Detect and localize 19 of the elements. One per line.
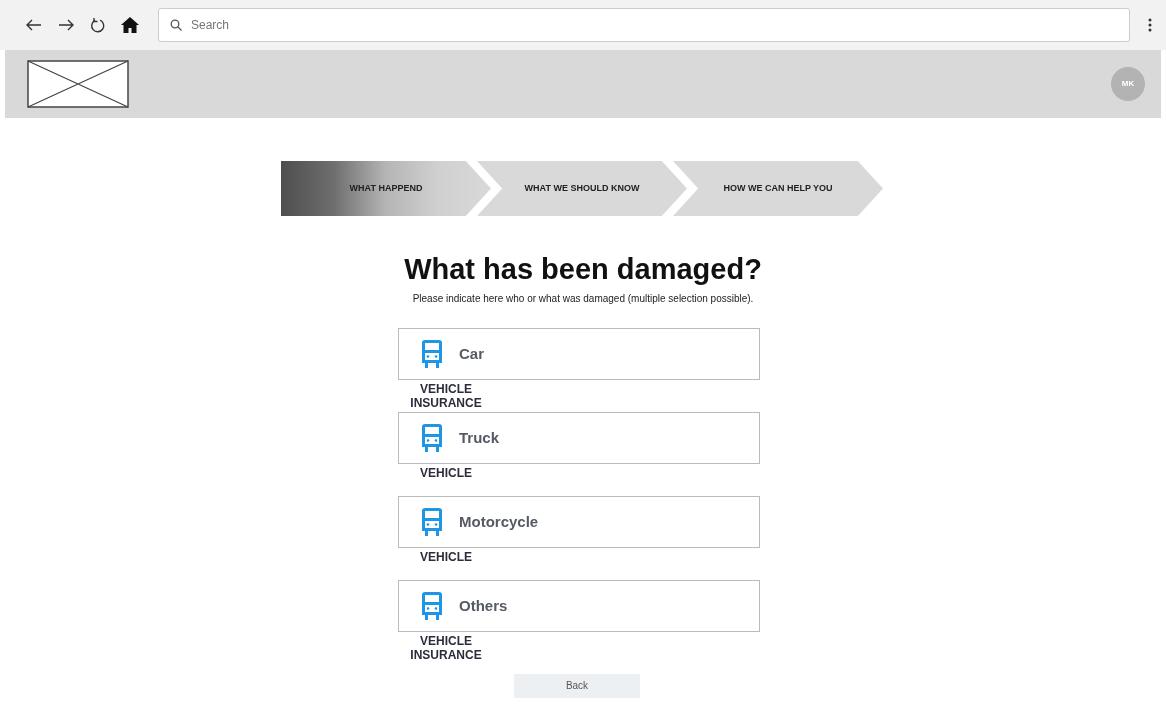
damage-option[interactable]: Motorcycle (398, 495, 760, 548)
damage-option[interactable]: Truck (398, 411, 760, 464)
option-caption: VEHICLE INSURANCE (410, 381, 482, 410)
page-title: What has been damaged? (403, 252, 763, 287)
step-tab[interactable]: WHAT WE SHOULD KNOW (477, 161, 687, 216)
step-tab[interactable]: HOW WE CAN HELP YOU (673, 161, 883, 216)
page-subtitle: Please indicate here who or what was damaged (multiple selection possible). (411, 291, 755, 306)
step-tab[interactable]: WHAT HAPPEND (281, 161, 491, 216)
back-button[interactable]: Back (514, 673, 640, 698)
vehicle-icon (421, 422, 443, 453)
vehicle-icon (421, 338, 443, 369)
damage-option[interactable]: Others (398, 579, 760, 632)
option-caption: VEHICLE (419, 465, 473, 480)
damage-option[interactable]: Car (398, 327, 760, 380)
vehicle-icon (421, 590, 443, 621)
search-field[interactable]: Search (158, 8, 1130, 42)
option-caption: VEHICLE INSURANCE (410, 633, 482, 662)
option-caption: VEHICLE (419, 549, 473, 564)
vehicle-icon (421, 506, 443, 537)
